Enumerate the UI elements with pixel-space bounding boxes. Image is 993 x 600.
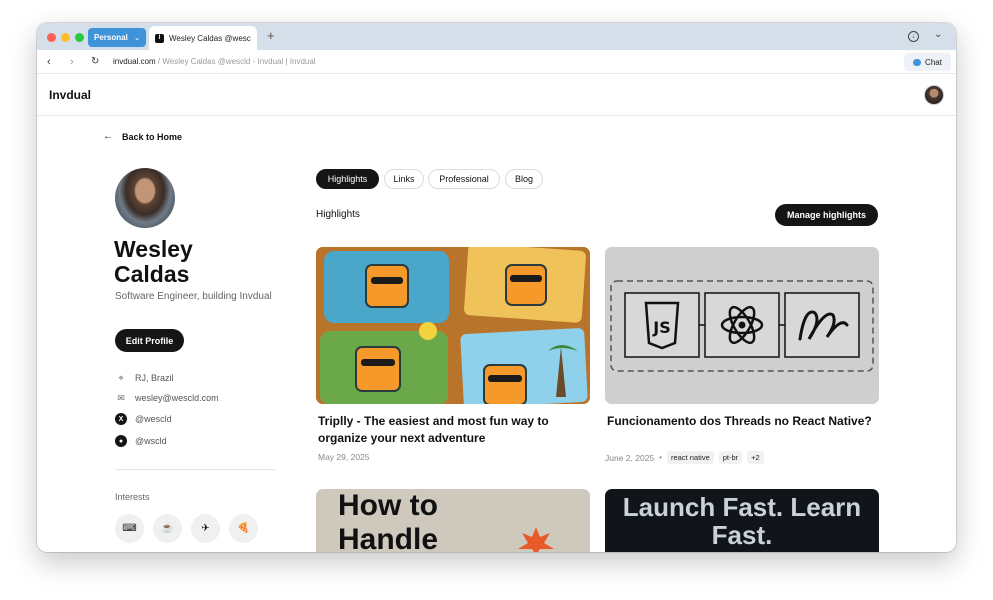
interest-keyboard-icon[interactable]: ⌨: [115, 514, 144, 543]
maximize-window-button[interactable]: [75, 33, 84, 42]
url-field[interactable]: invdual.com / Wesley Caldas @wescld - In…: [113, 57, 316, 66]
github-handle-text: @wscld: [135, 436, 167, 446]
launch-fast-card-image[interactable]: Launch Fast. Learn Fast.: [605, 489, 879, 552]
divider: [115, 469, 275, 470]
tag-badge[interactable]: pt-br: [718, 451, 743, 464]
download-icon[interactable]: ↓: [908, 31, 919, 42]
tab-highlights[interactable]: Highlights: [316, 169, 379, 189]
card-meta: June 2, 2025 • react native pt-br +2: [605, 451, 764, 464]
mail-icon: ✉: [117, 392, 125, 403]
url-domain: invdual.com: [113, 57, 156, 66]
favicon-icon: I: [155, 33, 164, 43]
location-text: RJ, Brazil: [135, 373, 174, 383]
address-bar: ‹ › ↻ invdual.com / Wesley Caldas @wescl…: [37, 50, 956, 74]
browser-window: Personal ⌄ I Wesley Caldas @wescld + ↓ ⌄…: [37, 23, 956, 552]
browser-tab[interactable]: I Wesley Caldas @wescld: [149, 26, 257, 50]
triplly-card-image[interactable]: [316, 247, 590, 404]
tab-links[interactable]: Links: [384, 169, 424, 189]
tab-professional[interactable]: Professional: [428, 169, 500, 189]
location-row: ⌖ RJ, Brazil: [115, 372, 174, 384]
interest-coffee-icon[interactable]: ☕: [153, 514, 182, 543]
tab-title: Wesley Caldas @wescld: [169, 33, 251, 43]
interest-pizza-icon[interactable]: 🍕: [229, 514, 258, 543]
profile-avatar: [115, 168, 175, 228]
profile-tagline: Software Engineer, building Invdual: [115, 291, 272, 302]
card-date: May 29, 2025: [318, 452, 370, 462]
how-to-handle-card-image[interactable]: How to Handle: [316, 489, 590, 552]
x-logo-icon: X: [115, 413, 127, 425]
profile-label: Personal: [94, 33, 128, 42]
threads-card-image[interactable]: JS: [605, 247, 879, 404]
minimize-window-button[interactable]: [61, 33, 70, 42]
forward-nav-icon[interactable]: ›: [70, 54, 74, 70]
arrow-left-icon: ←: [103, 131, 113, 142]
svg-text:JS: JS: [652, 318, 670, 337]
x-handle-text: @wescld: [135, 414, 172, 424]
interests-label: Interests: [115, 492, 150, 502]
section-title: Highlights: [316, 209, 360, 220]
manage-highlights-button[interactable]: Manage highlights: [775, 204, 878, 226]
new-tab-button[interactable]: +: [267, 28, 275, 44]
chat-button[interactable]: Chat: [904, 53, 951, 71]
card-title[interactable]: Triplly - The easiest and most fun way t…: [318, 413, 588, 447]
profile-name: Wesley Caldas: [114, 236, 193, 287]
x-link-row[interactable]: X @wescld: [115, 413, 172, 425]
tab-menu-chevron-icon[interactable]: ⌄: [934, 29, 942, 40]
separator-dot: •: [659, 453, 662, 462]
burst-icon: [518, 527, 554, 552]
tag-badge[interactable]: react native: [666, 451, 714, 464]
tag-badge[interactable]: +2: [747, 451, 764, 464]
card-image-text: How to Handle: [338, 489, 439, 552]
header-avatar[interactable]: [924, 85, 944, 105]
chat-label: Chat: [925, 57, 942, 67]
back-nav-icon[interactable]: ‹: [47, 54, 51, 70]
chevron-down-icon: ⌄: [133, 33, 141, 42]
browser-tab-bar: Personal ⌄ I Wesley Caldas @wescld + ↓ ⌄: [37, 23, 956, 50]
map-pin-icon: ⌖: [118, 372, 124, 383]
chat-bubble-icon: [913, 58, 922, 66]
card-date: June 2, 2025: [605, 452, 655, 463]
url-path: / Wesley Caldas @wescld - Invdual | Invd…: [155, 57, 316, 66]
email-text: wesley@wescld.com: [135, 393, 219, 403]
site-header: Invdual: [37, 74, 956, 116]
edit-profile-button[interactable]: Edit Profile: [115, 329, 184, 352]
close-window-button[interactable]: [47, 33, 56, 42]
card-title[interactable]: Funcionamento dos Threads no React Nativ…: [607, 413, 877, 430]
email-row[interactable]: ✉ wesley@wescld.com: [115, 392, 219, 404]
tab-blog[interactable]: Blog: [505, 169, 543, 189]
card-image-text: Launch Fast. Learn Fast.: [622, 492, 862, 550]
github-logo-icon: ●: [115, 435, 127, 447]
back-label: Back to Home: [122, 131, 183, 142]
profile-switcher[interactable]: Personal ⌄: [88, 28, 146, 47]
back-to-home-link[interactable]: ← Back to Home: [103, 131, 182, 142]
site-logo[interactable]: Invdual: [49, 88, 91, 102]
interest-plane-icon[interactable]: ✈: [191, 514, 220, 543]
github-link-row[interactable]: ● @wscld: [115, 435, 167, 447]
reload-icon[interactable]: ↻: [91, 54, 99, 70]
